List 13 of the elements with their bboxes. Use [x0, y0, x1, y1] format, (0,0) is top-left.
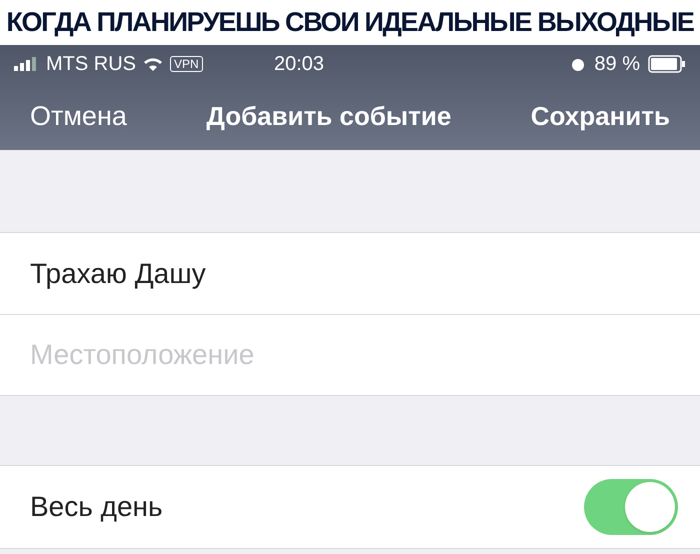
- vpn-badge: VPN: [170, 56, 203, 72]
- save-button[interactable]: Сохранить: [530, 97, 670, 136]
- battery-percent: 89 %: [594, 52, 640, 77]
- alarm-icon: [570, 56, 586, 72]
- text-field[interactable]: Трахаю Дашу: [30, 252, 650, 294]
- clock: 20:03: [274, 52, 326, 77]
- carrier: MTS RUS: [46, 52, 136, 77]
- wifi-icon: [142, 56, 164, 72]
- battery-icon: [648, 55, 686, 73]
- cancel-button[interactable]: Отмена: [30, 96, 127, 137]
- all-day-label: Весь день: [30, 490, 163, 524]
- nav-title: Добавить событие: [206, 100, 452, 133]
- caption: КОГДА ПЛАНИРУЕШЬ СВОИ ИДЕАЛЬНЫЕ ВЫХОДНЫЕ: [6, 9, 694, 36]
